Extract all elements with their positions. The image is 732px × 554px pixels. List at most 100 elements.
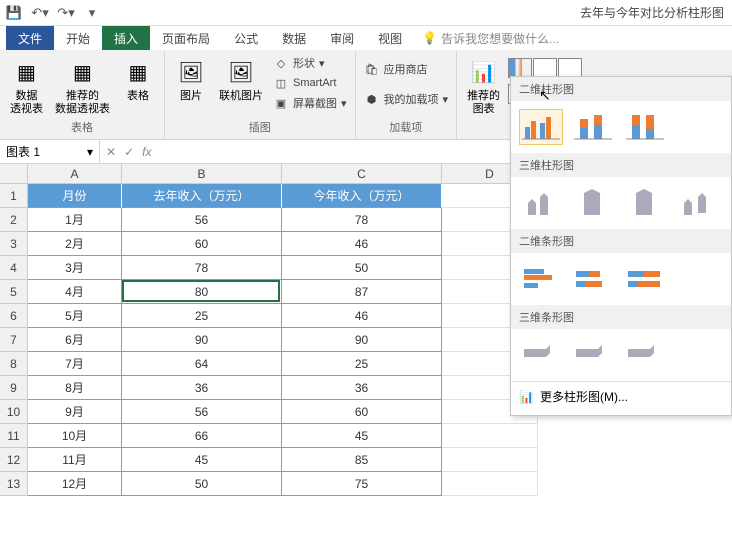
stacked-100-column-2d[interactable] bbox=[623, 109, 667, 145]
shapes-button[interactable]: ◇形状 ▾ bbox=[271, 54, 349, 72]
cell[interactable]: 87 bbox=[282, 280, 442, 304]
undo-icon[interactable]: ↶▾ bbox=[32, 5, 48, 21]
cell[interactable]: 10月 bbox=[28, 424, 122, 448]
column-3d[interactable] bbox=[675, 185, 719, 221]
screenshot-button[interactable]: ▣屏幕截图 ▾ bbox=[271, 94, 349, 112]
row-header-9[interactable]: 9 bbox=[0, 376, 28, 400]
clustered-column-3d[interactable] bbox=[519, 185, 563, 221]
clustered-column-2d[interactable]: ↖ bbox=[519, 109, 563, 145]
stacked-100-column-3d[interactable] bbox=[623, 185, 667, 221]
cell[interactable]: 3月 bbox=[28, 256, 122, 280]
my-addins-button[interactable]: ⬢我的加载项 ▾ bbox=[362, 90, 451, 108]
table-button[interactable]: ▦ 表格 bbox=[118, 54, 158, 105]
row-header-11[interactable]: 11 bbox=[0, 424, 28, 448]
cell[interactable]: 12月 bbox=[28, 472, 122, 496]
column-chart-button[interactable] bbox=[508, 58, 532, 78]
cell[interactable]: 56 bbox=[122, 400, 282, 424]
cancel-icon[interactable]: ✕ bbox=[106, 145, 116, 159]
col-header-B[interactable]: B bbox=[122, 164, 282, 184]
cell[interactable]: 5月 bbox=[28, 304, 122, 328]
bar-chart-button[interactable] bbox=[533, 58, 557, 78]
more-column-charts[interactable]: 📊 更多柱形图(M)... bbox=[511, 381, 731, 411]
cell[interactable]: 46 bbox=[282, 232, 442, 256]
row-header-2[interactable]: 2 bbox=[0, 208, 28, 232]
cell[interactable]: 60 bbox=[122, 232, 282, 256]
cell[interactable]: 60 bbox=[282, 400, 442, 424]
cell[interactable]: 50 bbox=[122, 472, 282, 496]
tell-me-search[interactable]: 💡 告诉我您想要做什么... bbox=[422, 26, 559, 50]
cell[interactable]: 25 bbox=[122, 304, 282, 328]
recommended-pivot-button[interactable]: ▦ 推荐的 数据透视表 bbox=[51, 54, 114, 118]
cell[interactable]: 25 bbox=[282, 352, 442, 376]
tab-insert[interactable]: 插入 bbox=[102, 26, 150, 50]
cell[interactable]: 45 bbox=[282, 424, 442, 448]
row-header-10[interactable]: 10 bbox=[0, 400, 28, 424]
row-header-1[interactable]: 1 bbox=[0, 184, 28, 208]
row-header-3[interactable]: 3 bbox=[0, 232, 28, 256]
stacked-100-bar-3d[interactable] bbox=[623, 337, 667, 373]
tab-layout[interactable]: 页面布局 bbox=[150, 26, 222, 50]
select-all-corner[interactable] bbox=[0, 164, 28, 184]
cell[interactable]: 50 bbox=[282, 256, 442, 280]
cell[interactable]: 46 bbox=[282, 304, 442, 328]
col-header-C[interactable]: C bbox=[282, 164, 442, 184]
cell[interactable]: 64 bbox=[122, 352, 282, 376]
cell[interactable]: 4月 bbox=[28, 280, 122, 304]
cell[interactable]: 36 bbox=[122, 376, 282, 400]
clustered-bar-3d[interactable] bbox=[519, 337, 563, 373]
tab-home[interactable]: 开始 bbox=[54, 26, 102, 50]
cell[interactable]: 78 bbox=[122, 256, 282, 280]
redo-icon[interactable]: ↷▾ bbox=[58, 5, 74, 21]
fx-icon[interactable]: fx bbox=[142, 145, 151, 159]
cell[interactable]: 78 bbox=[282, 208, 442, 232]
tab-data[interactable]: 数据 bbox=[270, 26, 318, 50]
cell[interactable]: 80 bbox=[122, 280, 282, 304]
row-header-4[interactable]: 4 bbox=[0, 256, 28, 280]
online-pictures-button[interactable]: 🖼 联机图片 bbox=[215, 54, 267, 105]
tab-review[interactable]: 审阅 bbox=[318, 26, 366, 50]
clustered-bar-2d[interactable] bbox=[519, 261, 563, 297]
pivot-table-button[interactable]: ▦ 数据 透视表 bbox=[6, 54, 47, 118]
cell[interactable]: 66 bbox=[122, 424, 282, 448]
qat-customize-icon[interactable]: ▾ bbox=[84, 5, 100, 21]
cell[interactable]: 2月 bbox=[28, 232, 122, 256]
confirm-icon[interactable]: ✓ bbox=[124, 145, 134, 159]
tab-view[interactable]: 视图 bbox=[366, 26, 414, 50]
save-icon[interactable]: 💾 bbox=[6, 5, 22, 21]
stacked-100-bar-2d[interactable] bbox=[623, 261, 667, 297]
col-header-A[interactable]: A bbox=[28, 164, 122, 184]
tab-formulas[interactable]: 公式 bbox=[222, 26, 270, 50]
row-header-6[interactable]: 6 bbox=[0, 304, 28, 328]
pictures-button[interactable]: 🖼 图片 bbox=[171, 54, 211, 105]
row-header-12[interactable]: 12 bbox=[0, 448, 28, 472]
table-header[interactable]: 今年收入（万元） bbox=[282, 184, 442, 208]
cell[interactable]: 11月 bbox=[28, 448, 122, 472]
cell[interactable]: 36 bbox=[282, 376, 442, 400]
stacked-bar-3d[interactable] bbox=[571, 337, 615, 373]
cell[interactable]: 85 bbox=[282, 448, 442, 472]
table-header[interactable]: 月份 bbox=[28, 184, 122, 208]
cell[interactable]: 75 bbox=[282, 472, 442, 496]
cell[interactable]: 90 bbox=[122, 328, 282, 352]
row-header-7[interactable]: 7 bbox=[0, 328, 28, 352]
cell[interactable]: 56 bbox=[122, 208, 282, 232]
table-header[interactable]: 去年收入（万元） bbox=[122, 184, 282, 208]
name-box[interactable]: 图表 1▾ bbox=[0, 140, 100, 163]
cell[interactable]: 8月 bbox=[28, 376, 122, 400]
row-header-8[interactable]: 8 bbox=[0, 352, 28, 376]
line-chart-button[interactable] bbox=[558, 58, 582, 78]
row-header-13[interactable]: 13 bbox=[0, 472, 28, 496]
cell[interactable]: 7月 bbox=[28, 352, 122, 376]
cell[interactable]: 1月 bbox=[28, 208, 122, 232]
tab-file[interactable]: 文件 bbox=[6, 26, 54, 50]
cell[interactable]: 9月 bbox=[28, 400, 122, 424]
stacked-column-3d[interactable] bbox=[571, 185, 615, 221]
cell[interactable]: 6月 bbox=[28, 328, 122, 352]
smartart-button[interactable]: ◫SmartArt bbox=[271, 74, 349, 92]
stacked-bar-2d[interactable] bbox=[571, 261, 615, 297]
app-store-button[interactable]: 🛍应用商店 bbox=[362, 60, 451, 78]
recommended-charts-button[interactable]: 📊 推荐的 图表 bbox=[463, 54, 504, 118]
stacked-column-2d[interactable] bbox=[571, 109, 615, 145]
row-header-5[interactable]: 5 bbox=[0, 280, 28, 304]
cell[interactable]: 45 bbox=[122, 448, 282, 472]
